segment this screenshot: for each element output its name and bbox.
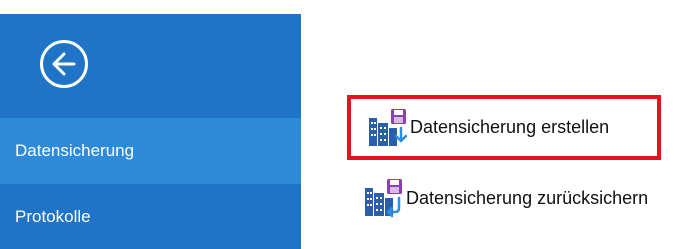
back-button[interactable]: [40, 40, 88, 88]
sidebar-item-label: Datensicherung: [15, 141, 135, 160]
create-backup-label: Datensicherung erstellen: [410, 117, 610, 137]
backup-window: Datensicherung Protokolle Datensicherung…: [0, 0, 694, 249]
arrow-left-icon: [52, 52, 76, 76]
sidebar-item-datensicherung[interactable]: Datensicherung: [0, 118, 301, 184]
database-restore-icon: [365, 179, 402, 218]
sidebar: Datensicherung Protokolle: [0, 14, 301, 249]
restore-backup-label: Datensicherung zurücksichern: [406, 187, 649, 208]
database-save-icon: [369, 108, 407, 146]
create-backup-button[interactable]: Datensicherung erstellen: [347, 95, 661, 160]
sidebar-item-protokolle[interactable]: Protokolle: [0, 184, 301, 249]
sidebar-item-label: Protokolle: [15, 206, 91, 226]
restore-backup-button[interactable]: Datensicherung zurücksichern: [359, 169, 648, 227]
